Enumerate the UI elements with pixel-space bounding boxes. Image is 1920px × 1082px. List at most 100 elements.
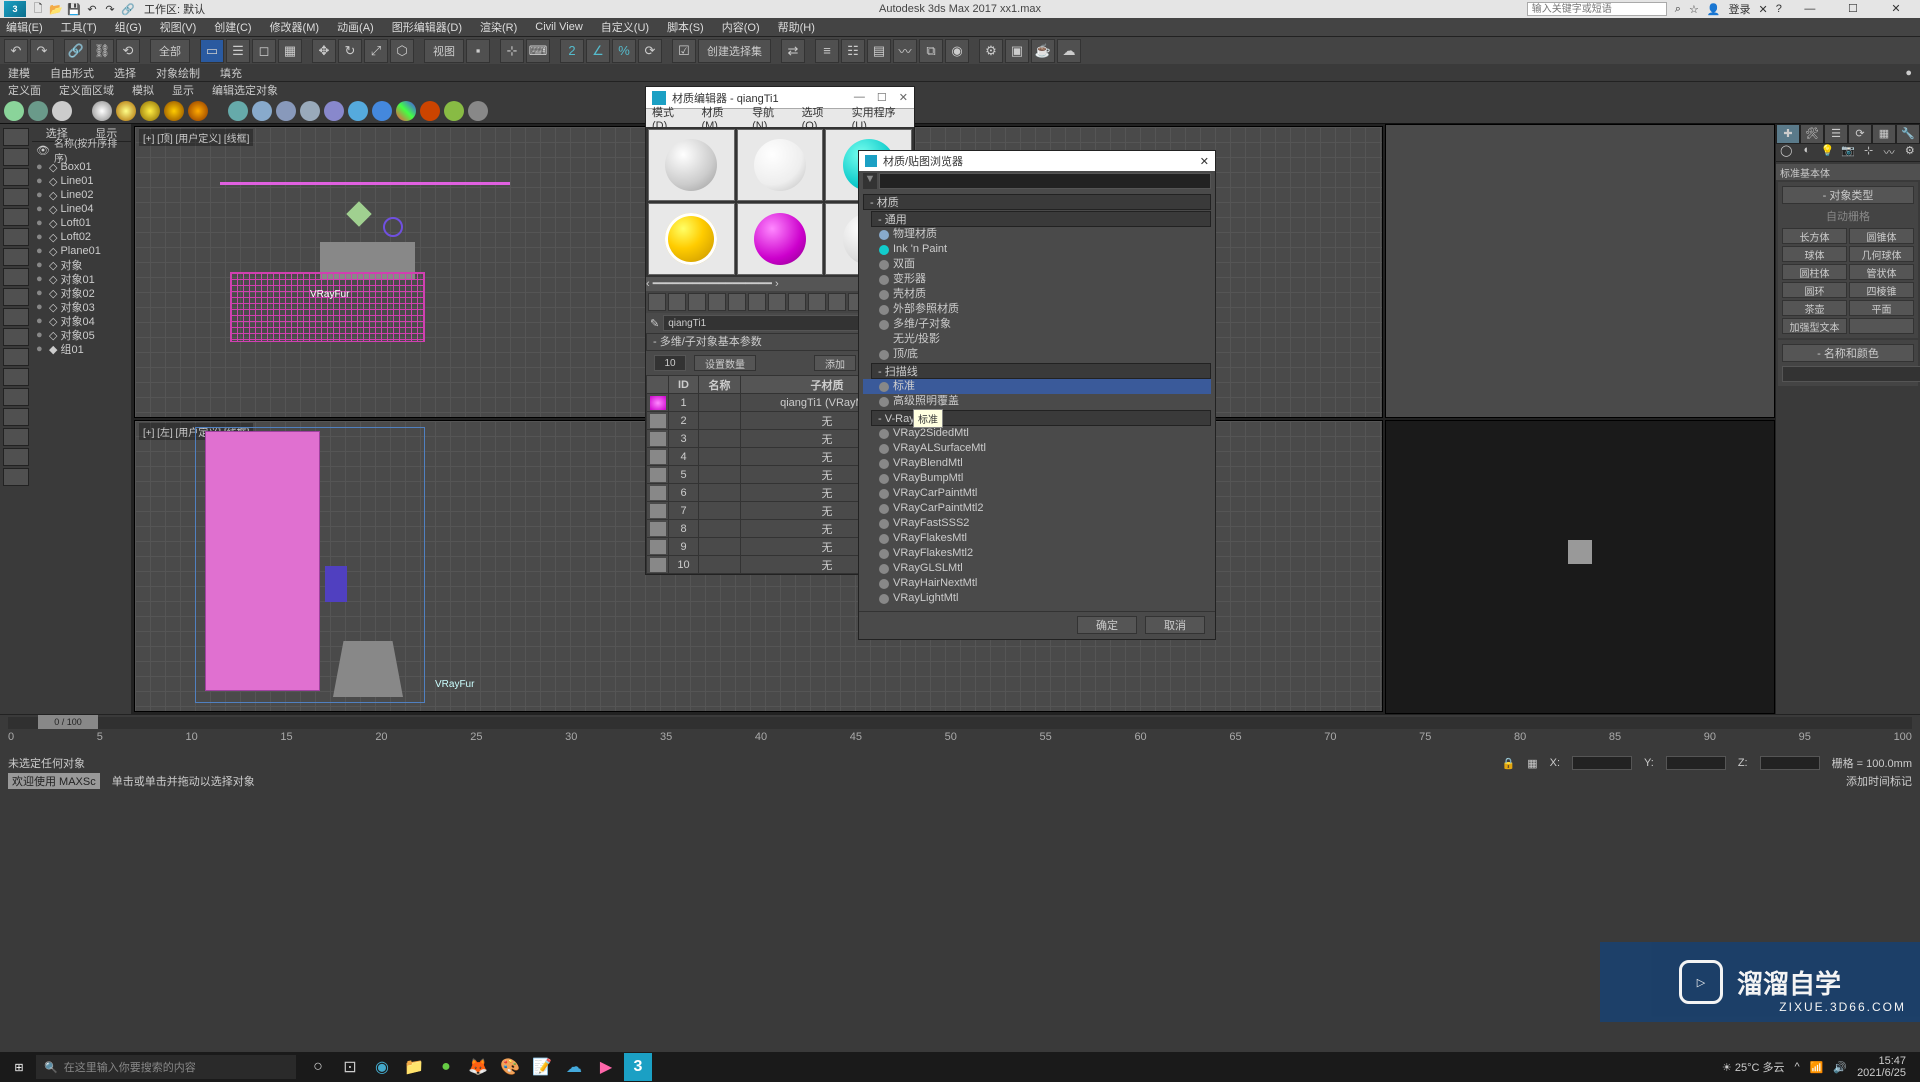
material-item[interactable]: 高级照明覆盖 [863,394,1211,409]
keyboard-shortcut-button[interactable]: ⌨ [526,39,550,63]
curve-editor-button[interactable]: 〰 [893,39,917,63]
fx4-icon[interactable] [300,101,320,121]
ribbon-subtab[interactable]: 定义面 [8,82,41,98]
redo-button[interactable]: ↷ [30,39,54,63]
window-titlebar[interactable]: 材质/贴图浏览器 ✕ [859,151,1215,171]
prim-sphere-button[interactable]: 球体 [1782,246,1847,262]
link-button[interactable]: 🔗 [64,39,88,63]
col-name[interactable]: 名称 [699,376,741,394]
col-id[interactable]: ID [669,376,699,394]
category-dropdown[interactable]: 标准基本体 [1776,164,1920,180]
category-header[interactable]: - 材质 [863,194,1211,210]
menu-item[interactable]: 工具(T) [61,19,97,35]
x-input[interactable] [1572,756,1632,770]
scene-item[interactable]: ●◇Plane01 [32,244,131,258]
material-item[interactable]: VRayFlakesMtl2 [863,546,1211,561]
category-header[interactable]: - 通用 [871,211,1211,227]
material-item[interactable]: VRayGLSLMtl [863,561,1211,576]
sun3-icon[interactable] [164,101,184,121]
fx6-icon[interactable] [348,101,368,121]
render-frame-button[interactable]: ▣ [1005,39,1029,63]
time-tag-button[interactable]: 添加时间标记 [1846,773,1912,789]
new-icon[interactable]: 🗋 [30,1,46,17]
prim-cylinder-button[interactable]: 圆柱体 [1782,264,1847,280]
lights-icon[interactable]: 💡 [1817,144,1838,161]
people-idle-icon[interactable] [28,101,48,121]
fx9-icon[interactable] [444,101,464,121]
tool-button[interactable] [3,348,29,366]
snap-2d-button[interactable]: 2 [560,39,584,63]
geometry-icon[interactable]: ◯ [1776,144,1797,161]
tool-button[interactable] [3,148,29,166]
prim-pyramid-button[interactable]: 四棱锥 [1849,282,1914,298]
object-name-input[interactable] [1782,366,1920,382]
sample-slot[interactable] [737,203,824,275]
material-item[interactable]: VRayFlakesMtl [863,531,1211,546]
close-button[interactable]: ✕ [899,91,908,104]
prim-cone-button[interactable]: 圆锥体 [1849,228,1914,244]
workspace-dropdown[interactable]: 工作区: 默认 [144,1,205,17]
fx2-icon[interactable] [252,101,272,121]
material-id-button[interactable] [788,293,806,311]
snap-percent-button[interactable]: % [612,39,636,63]
selection-lock-button[interactable]: ☑ [672,39,696,63]
sun2-icon[interactable] [140,101,160,121]
material-item[interactable]: VRayHairNextMtl [863,576,1211,591]
systems-icon[interactable]: ⚙ [1899,144,1920,161]
scene-item[interactable]: ●◇对象05 [32,328,131,342]
show-end-button[interactable] [828,293,846,311]
menu-item[interactable]: 选项(O) [802,104,838,132]
hierarchy-tab[interactable]: ☰ [1824,124,1848,144]
exchange-icon[interactable]: ✕ [1759,3,1768,16]
move-button[interactable]: ✥ [312,39,336,63]
fx8-icon[interactable] [420,101,440,121]
material-item[interactable]: 多维/子对象 [863,317,1211,332]
ribbon-tab[interactable]: 填充 [220,65,242,81]
sample-slot[interactable] [648,203,735,275]
scene-item[interactable]: ●◇Loft01 [32,216,131,230]
tool-button[interactable] [3,288,29,306]
link-icon[interactable]: 🔗 [120,1,136,17]
material-item[interactable]: Ink 'n Paint [863,242,1211,257]
user-icon[interactable]: 👤 [1707,3,1721,16]
spacewarps-icon[interactable]: 〰 [1879,144,1900,161]
fx10-icon[interactable] [468,101,488,121]
menu-item[interactable]: Civil View [535,21,582,33]
help-icon[interactable]: ? [1776,3,1782,15]
display-tab[interactable]: ▦ [1872,124,1896,144]
viewport-perspective[interactable] [1385,420,1775,714]
menu-item[interactable]: 图形编辑器(D) [392,19,462,35]
sample-slot[interactable] [737,129,824,201]
cancel-button[interactable]: 取消 [1145,616,1205,634]
tool-button[interactable] [3,448,29,466]
show-map-button[interactable] [808,293,826,311]
scene-item[interactable]: ●◇Line01 [32,174,131,188]
put-to-scene-button[interactable] [668,293,686,311]
prim-torus-button[interactable]: 圆环 [1782,282,1847,298]
unlink-button[interactable]: ⛓ [90,39,114,63]
app-icon[interactable]: ☁ [560,1053,588,1081]
scale-button[interactable]: ⤢ [364,39,388,63]
help-search-input[interactable] [1527,2,1667,16]
material-item[interactable]: 变形器 [863,272,1211,287]
ribbon-tab[interactable]: 选择 [114,65,136,81]
cameras-icon[interactable]: 📷 [1838,144,1859,161]
prim-geosphere-button[interactable]: 几何球体 [1849,246,1914,262]
z-input[interactable] [1760,756,1820,770]
scene-item[interactable]: ●◇Loft02 [32,230,131,244]
tool-button[interactable] [3,248,29,266]
tool-button[interactable] [3,228,29,246]
edge-icon[interactable]: ◉ [368,1053,396,1081]
sun-icon[interactable] [116,101,136,121]
tool-button[interactable] [3,368,29,386]
rollout-header[interactable]: - 对象类型 [1782,186,1914,204]
assign-button[interactable] [688,293,706,311]
start-button[interactable]: ⊞ [4,1052,34,1082]
menu-item[interactable]: 自定义(U) [601,19,649,35]
category-header[interactable]: - 扫描线 [871,363,1211,379]
align-button[interactable]: ≡ [815,39,839,63]
material-item[interactable]: 外部参照材质 [863,302,1211,317]
utilities-tab[interactable]: 🔧 [1896,124,1920,144]
cloud-icon[interactable] [52,101,72,121]
menu-item[interactable]: 修改器(M) [270,19,320,35]
